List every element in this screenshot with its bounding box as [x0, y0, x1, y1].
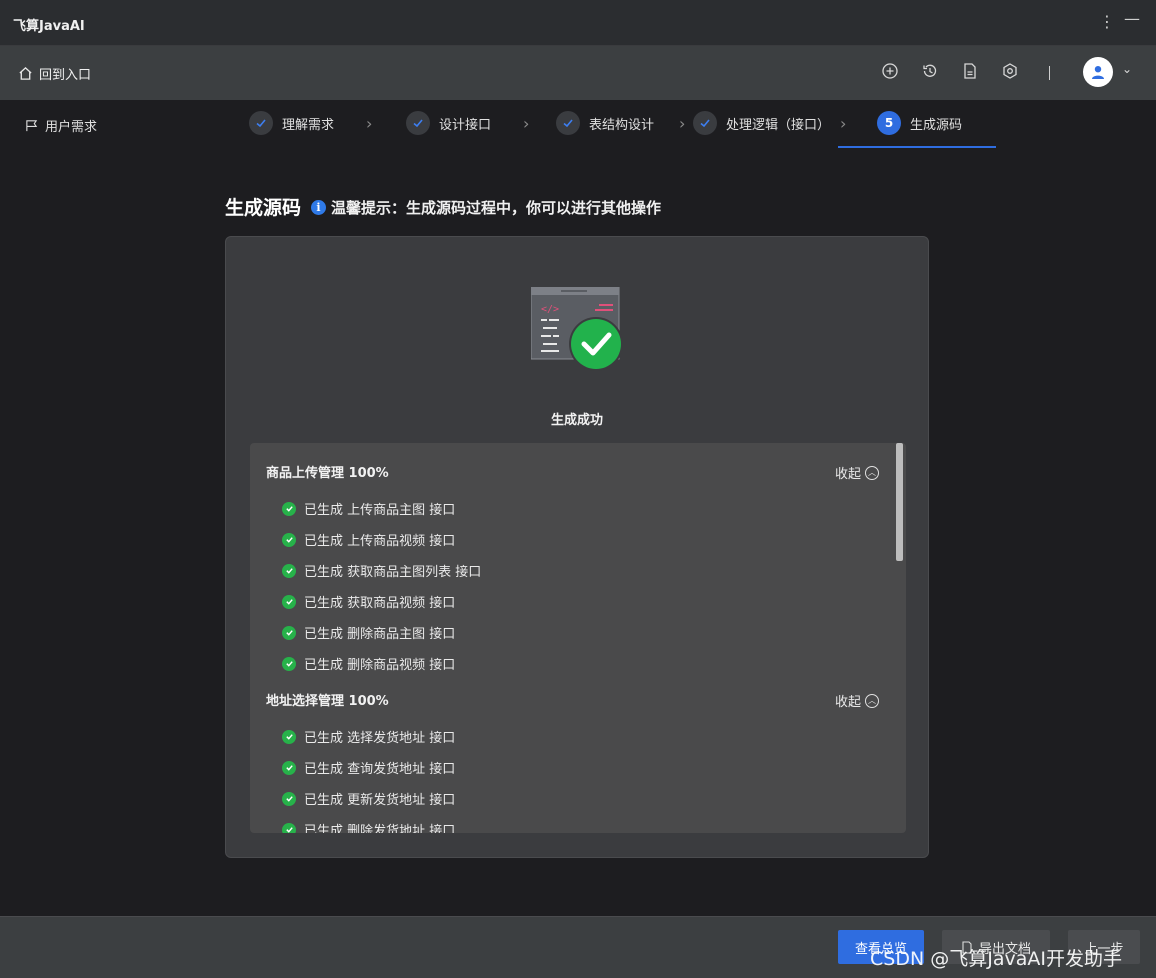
active-step-indicator [838, 146, 996, 148]
tip-banner: i 温馨提示：生成源码过程中，你可以进行其他操作 [311, 197, 661, 218]
flag-icon [26, 120, 38, 132]
list-item: 已生成 查询发货地址 接口 [282, 758, 455, 777]
collapse-button[interactable]: 收起 ︿ [835, 691, 880, 710]
code-success-illustration: </> [531, 287, 623, 371]
check-icon [693, 111, 717, 135]
user-requirements-link[interactable]: 用户需求 [25, 116, 97, 135]
chevron-right-icon: › [523, 114, 530, 133]
list-item: 已生成 删除商品视频 接口 [282, 654, 455, 673]
step-bar: 用户需求 理解需求 › 设计接口 › 表结构设计 › 处理逻辑（接口） › 5 … [0, 100, 1156, 148]
watermark: CSDN @飞算JavaAI开发助手 [870, 948, 1122, 970]
chevron-right-icon: › [679, 114, 686, 133]
avatar[interactable] [1083, 57, 1113, 87]
generation-list[interactable]: 商品上传管理 100% 收起 ︿ 已生成 上传商品主图 接口 已生成 上传商品视… [250, 443, 906, 833]
list-item: 已生成 上传商品视频 接口 [282, 530, 455, 549]
step-label: 处理逻辑（接口） [726, 117, 831, 133]
step-generate-source[interactable]: 5 生成源码 [877, 111, 962, 135]
check-icon [249, 111, 273, 135]
home-label: 回到入口 [39, 68, 92, 83]
app-title: 飞算JavaAI [13, 19, 85, 34]
history-icon[interactable] [921, 62, 941, 82]
info-icon: i [311, 200, 326, 215]
list-item: 已生成 选择发货地址 接口 [282, 727, 455, 746]
chevron-up-icon: ︿ [865, 465, 880, 480]
home-icon [19, 66, 32, 80]
step-number-badge: 5 [877, 111, 901, 135]
home-button[interactable]: 回到入口 [18, 64, 91, 83]
list-item: 已生成 更新发货地址 接口 [282, 789, 455, 808]
check-icon [282, 532, 296, 547]
title-bar: 飞算JavaAI ⋮ — [0, 0, 1156, 46]
step-table-design[interactable]: 表结构设计 [556, 111, 654, 135]
more-menu-icon[interactable]: ⋮ [1099, 12, 1115, 31]
check-icon [282, 791, 296, 806]
step-label: 生成源码 [910, 117, 963, 133]
user-requirements-label: 用户需求 [45, 120, 98, 135]
list-item: 已生成 上传商品主图 接口 [282, 499, 455, 518]
check-icon [282, 729, 296, 744]
user-icon [1092, 66, 1104, 79]
success-text: 生成成功 [550, 413, 603, 428]
minimize-icon[interactable]: — [1124, 9, 1140, 28]
scrollbar-thumb[interactable] [896, 443, 903, 561]
document-icon[interactable] [961, 62, 981, 82]
check-icon [282, 760, 296, 775]
check-icon [282, 563, 296, 578]
toolbar: 回到入口 [0, 46, 1156, 100]
chevron-right-icon: › [366, 114, 373, 133]
check-icon [406, 111, 430, 135]
step-design-interface[interactable]: 设计接口 [406, 111, 491, 135]
list-item: 已生成 删除发货地址 接口 [282, 820, 455, 833]
check-icon [282, 501, 296, 516]
check-icon [282, 822, 296, 833]
result-card: </> 生成成功 商品上传管理 100% 收起 ︿ 已生成 上传商品主图 接口 … [225, 236, 929, 858]
step-understand-requirements[interactable]: 理解需求 [249, 111, 334, 135]
step-process-logic[interactable]: 处理逻辑（接口） [693, 111, 830, 135]
group-title: 地址选择管理 100% [266, 694, 389, 709]
chevron-right-icon: › [840, 114, 847, 133]
group-title: 商品上传管理 100% [266, 466, 389, 481]
toolbar-separator [1049, 66, 1050, 80]
collapse-button[interactable]: 收起 ︿ [835, 463, 880, 482]
list-item: 已生成 获取商品视频 接口 [282, 592, 455, 611]
add-icon[interactable] [881, 62, 901, 82]
svg-text:</>: </> [541, 304, 559, 315]
chevron-up-icon: ︿ [865, 693, 880, 708]
check-icon [556, 111, 580, 135]
step-label: 设计接口 [439, 117, 492, 133]
collapse-label: 收起 [835, 467, 862, 482]
list-item: 已生成 删除商品主图 接口 [282, 623, 455, 642]
settings-icon[interactable] [1001, 62, 1021, 82]
collapse-label: 收起 [835, 695, 862, 710]
page-title: 生成源码 [225, 197, 302, 219]
step-label: 表结构设计 [589, 117, 655, 133]
check-icon [282, 594, 296, 609]
tip-text: 温馨提示：生成源码过程中，你可以进行其他操作 [331, 199, 662, 217]
step-label: 理解需求 [282, 117, 335, 133]
check-icon [282, 656, 296, 671]
list-item: 已生成 获取商品主图列表 接口 [282, 561, 481, 580]
chevron-down-icon[interactable]: ⌄ [1122, 62, 1132, 76]
check-icon [282, 625, 296, 640]
